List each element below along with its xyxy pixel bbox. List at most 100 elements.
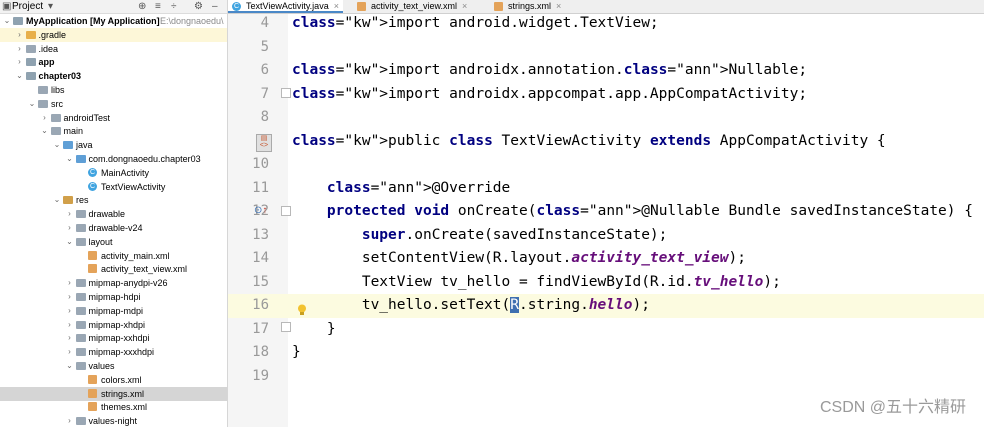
chevron-right-icon[interactable]: ›	[65, 304, 75, 318]
tree-item-label: drawable-v24	[88, 223, 143, 233]
tree-item[interactable]: strings.xml	[0, 386, 227, 401]
xml-file-icon	[88, 402, 97, 412]
tree-item[interactable]: ⌄ java	[0, 138, 227, 152]
tree-item-label: values-night	[88, 416, 138, 427]
code-line[interactable]: tv_hello.setText(R.string.hello);	[292, 294, 650, 318]
chevron-down-icon[interactable]: ⌄	[65, 235, 75, 249]
chevron-down-icon[interactable]: ⌄	[65, 152, 75, 166]
code-line[interactable]: class="ann">@Override	[292, 177, 510, 201]
tree-item[interactable]: ⌄ main	[0, 124, 227, 138]
code-line[interactable]: protected void onCreate(class="ann">@Nul…	[292, 200, 973, 224]
code-line[interactable]: TextView tv_hello = findViewById(R.id.tv…	[292, 271, 781, 295]
code-line[interactable]: setContentView(R.layout.activity_text_vi…	[292, 247, 746, 271]
tree-item[interactable]: C MainActivity	[0, 166, 227, 180]
tree-item[interactable]: › app	[0, 55, 227, 69]
tree-item-label: drawable	[88, 209, 126, 220]
chevron-down-icon[interactable]: ⌄	[15, 69, 25, 83]
override-method-icon[interactable]: ⊙↑	[254, 205, 267, 216]
code-line[interactable]: class="kw">public class TextViewActivity…	[292, 130, 886, 154]
layout-preview-icon[interactable]: ▤ <>	[256, 134, 272, 152]
tree-item[interactable]: › mipmap-xxxhdpi	[0, 345, 227, 359]
tree-item[interactable]: › mipmap-anydpi-v26	[0, 276, 227, 290]
tree-item[interactable]: › androidTest	[0, 111, 227, 125]
chevron-down-icon[interactable]: ⌄	[2, 14, 12, 28]
chevron-down-icon[interactable]: ⌄	[27, 97, 37, 111]
line-number: 14	[252, 250, 269, 266]
fold-marker-icon[interactable]	[281, 206, 291, 216]
tree-item[interactable]: › mipmap-hdpi	[0, 290, 227, 304]
collapse-all-icon[interactable]: ≡	[155, 0, 161, 13]
tree-item[interactable]: › mipmap-xhdpi	[0, 318, 227, 332]
chevron-down-icon[interactable]: ⌄	[52, 193, 62, 207]
chevron-right-icon[interactable]: ›	[65, 331, 75, 345]
chevron-right-icon[interactable]: ›	[65, 290, 75, 304]
tree-item[interactable]: › mipmap-mdpi	[0, 304, 227, 318]
project-panel-title[interactable]: Project	[12, 0, 43, 13]
tree-item[interactable]: › values-night	[0, 414, 227, 427]
gear-icon[interactable]: ⚙	[194, 0, 203, 13]
tree-item-label: layout	[88, 236, 113, 247]
code-line[interactable]: }	[292, 318, 336, 342]
locate-icon[interactable]: ⊕	[138, 0, 146, 13]
tree-item[interactable]: › .idea	[0, 42, 227, 56]
chevron-right-icon[interactable]: ›	[15, 55, 25, 69]
tree-item-label: MyApplication [My Application]	[26, 16, 160, 26]
minimize-icon[interactable]: –	[212, 0, 218, 13]
code-line[interactable]: class="kw">import android.widget.TextVie…	[292, 12, 659, 36]
chevron-right-icon[interactable]: ›	[65, 207, 75, 221]
tree-item[interactable]: ⌄ values	[0, 359, 227, 373]
chevron-right-icon[interactable]: ›	[65, 414, 75, 427]
folder-icon	[38, 86, 48, 94]
code-line[interactable]: class="kw">import androidx.annotation.cl…	[292, 59, 807, 83]
chevron-down-icon[interactable]: ⌄	[52, 138, 62, 152]
project-view-icon[interactable]: ▣	[2, 0, 11, 13]
tree-item[interactable]: activity_main.xml	[0, 249, 227, 263]
fold-marker-icon[interactable]	[281, 322, 291, 332]
chevron-right-icon[interactable]: ›	[65, 221, 75, 235]
tree-item[interactable]: C TextViewActivity	[0, 180, 227, 194]
folder-icon	[75, 320, 86, 329]
tree-item-label: themes.xml	[101, 402, 148, 413]
close-icon[interactable]: ×	[334, 1, 339, 11]
tree-item[interactable]: › mipmap-xxhdpi	[0, 331, 227, 345]
tree-item[interactable]: ⌄ chapter03	[0, 69, 227, 83]
xml-file-icon	[88, 250, 97, 260]
code-line[interactable]: }	[292, 341, 301, 365]
tree-item[interactable]: ⌄ MyApplication [My Application] E:\dongna…	[0, 14, 227, 28]
tree-item-label: libs	[51, 85, 65, 95]
line-number: 10	[252, 156, 269, 172]
tree-item[interactable]: › .gradle	[0, 27, 227, 42]
tree-item[interactable]: ⌄ src	[0, 97, 227, 111]
close-icon[interactable]: ×	[462, 1, 467, 11]
folder-icon	[75, 279, 86, 288]
chevron-right-icon[interactable]: ›	[15, 28, 25, 42]
folder-icon	[75, 362, 86, 370]
tree-item[interactable]: ⌄ layout	[0, 235, 227, 249]
fold-marker-icon[interactable]	[281, 88, 291, 98]
close-icon[interactable]: ×	[556, 1, 561, 11]
chevron-right-icon[interactable]: ›	[65, 318, 75, 332]
xml-file-icon	[88, 388, 97, 398]
tree-item[interactable]: › drawable	[0, 207, 227, 221]
chevron-right-icon[interactable]: ›	[15, 42, 25, 56]
chevron-right-icon[interactable]: ›	[65, 276, 75, 290]
tree-item[interactable]: › drawable-v24	[0, 221, 227, 235]
tree-item[interactable]: colors.xml	[0, 373, 227, 387]
chevron-down-icon[interactable]: ⌄	[65, 359, 75, 373]
intention-bulb-icon[interactable]	[297, 303, 307, 315]
tree-item[interactable]: ⌄ res	[0, 193, 227, 207]
chevron-right-icon[interactable]: ›	[40, 111, 50, 125]
expand-all-icon[interactable]: ÷	[171, 0, 177, 13]
code-line[interactable]: class="kw">import androidx.appcompat.app…	[292, 83, 807, 107]
dropdown-chevron-icon[interactable]: ▾	[48, 0, 53, 13]
tree-item[interactable]: ⌄ com.dongnaoedu.chapter03	[0, 152, 227, 166]
code-line[interactable]: super.onCreate(savedInstanceState);	[292, 224, 668, 248]
chevron-right-icon[interactable]: ›	[65, 345, 75, 359]
chevron-down-icon[interactable]: ⌄	[40, 124, 50, 138]
tree-item[interactable]: libs	[0, 83, 227, 97]
tree-item[interactable]: themes.xml	[0, 400, 227, 414]
folder-icon	[38, 99, 48, 108]
xml-file-icon	[494, 2, 503, 11]
tree-item[interactable]: activity_text_view.xml	[0, 262, 227, 276]
tree-item-label: mipmap-hdpi	[88, 292, 141, 302]
